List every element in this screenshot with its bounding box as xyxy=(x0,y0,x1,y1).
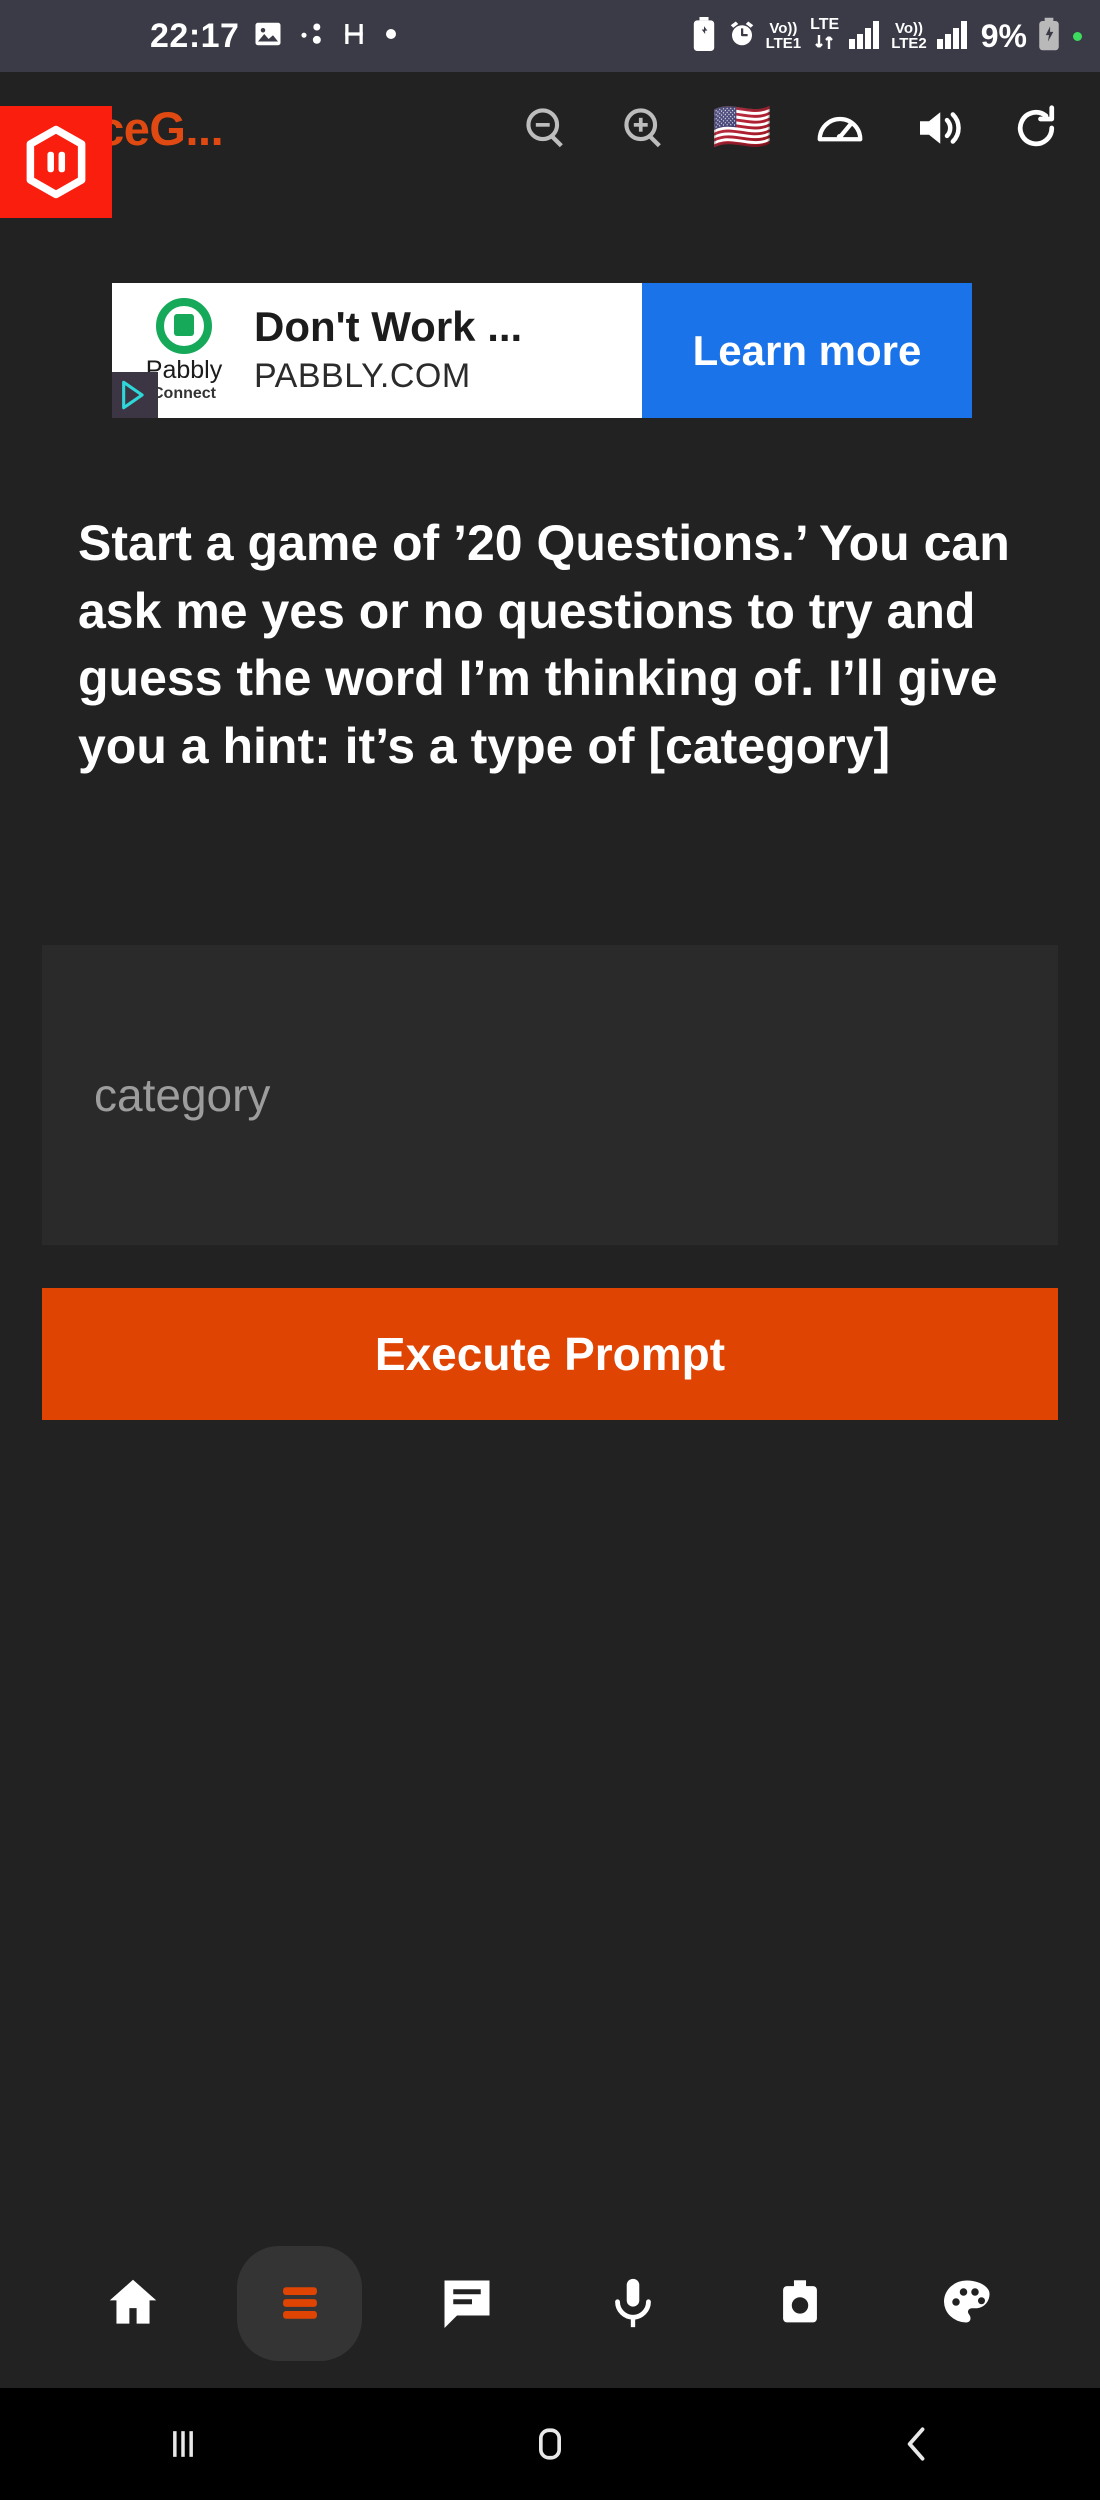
chat-icon xyxy=(444,2280,490,2328)
nav-palette[interactable] xyxy=(904,2246,1029,2361)
prompt-description: Start a game of ’20 Questions.’ You can … xyxy=(78,515,1010,774)
battery-saver-icon xyxy=(690,16,718,56)
image-icon xyxy=(253,19,283,54)
status-time: 22:17 xyxy=(150,16,240,55)
home-square-icon[interactable] xyxy=(490,2404,610,2484)
adchoices-icon[interactable] xyxy=(112,372,158,418)
battery-percent-label: 9% xyxy=(980,17,1027,54)
menu-icon xyxy=(283,2287,317,2319)
data-transfer-icon xyxy=(813,33,837,55)
category-input-placeholder: category xyxy=(94,1069,271,1121)
alarm-clock-icon xyxy=(727,19,757,54)
nav-microphone[interactable] xyxy=(571,2246,696,2361)
sim2-signal-icon xyxy=(936,19,970,54)
language-flag-icon[interactable]: 🇺🇸 xyxy=(712,98,772,158)
flag-glyph: 🇺🇸 xyxy=(712,101,772,154)
zoom-in-icon[interactable] xyxy=(614,98,674,158)
ad-headline: Don't Work ... xyxy=(254,302,523,350)
palette-icon xyxy=(943,2280,990,2323)
battery-charging-icon xyxy=(1036,17,1062,56)
execute-prompt-label: Execute Prompt xyxy=(374,1328,726,1380)
status-bar: 22:17 Vo)) LTE1 LTE Vo)) LTE2 9% xyxy=(0,0,1100,72)
nav-camera[interactable] xyxy=(737,2246,862,2361)
status-bar-left: 22:17 xyxy=(150,17,399,56)
ad-text: Don't Work ... PABBLY.COM xyxy=(254,302,523,396)
zoom-out-icon[interactable] xyxy=(516,98,576,158)
microphone-icon xyxy=(615,2278,652,2328)
share-nodes-icon xyxy=(297,20,325,53)
h-glyph-icon xyxy=(339,19,369,54)
nav-menu[interactable] xyxy=(237,2245,363,2361)
recording-indicator-dot xyxy=(1073,31,1082,41)
android-system-nav xyxy=(0,2388,1100,2500)
recents-icon[interactable] xyxy=(123,2404,243,2484)
nav-home[interactable] xyxy=(71,2246,196,2361)
sim2-volte-indicator: Vo)) LTE2 xyxy=(891,20,927,52)
ad-banner[interactable]: Pabbly Connect Don't Work ... PABBLY.COM… xyxy=(112,283,972,418)
pabbly-mark-icon xyxy=(156,298,212,354)
hexagon-pause-logo xyxy=(26,125,86,199)
camera-icon xyxy=(783,2280,817,2323)
phone-screen: 22:17 Vo)) LTE1 LTE Vo)) LTE2 9% VoiceG.… xyxy=(0,0,1100,2500)
dot-icon xyxy=(383,26,399,47)
ad-content[interactable]: Pabbly Connect Don't Work ... PABBLY.COM xyxy=(112,283,642,418)
sim1-network-type: LTE xyxy=(810,17,839,55)
ad-cta-button[interactable]: Learn more xyxy=(642,283,972,418)
sim1-signal-icon xyxy=(848,19,882,54)
back-chevron-icon[interactable] xyxy=(857,2404,977,2484)
speed-gauge-icon[interactable] xyxy=(810,98,870,158)
bottom-navigation xyxy=(0,2218,1100,2388)
status-bar-right: Vo)) LTE1 LTE Vo)) LTE2 9% xyxy=(690,16,1082,56)
sim1-volte-indicator: Vo)) LTE1 xyxy=(765,20,802,52)
ad-url: PABBLY.COM xyxy=(254,357,471,396)
home-icon xyxy=(110,2279,157,2324)
advertiser-sub: Connect xyxy=(152,385,216,402)
ad-cta-label: Learn more xyxy=(692,326,922,374)
app-toolbar: 🇺🇸 xyxy=(516,98,1100,158)
app-logo-badge[interactable] xyxy=(0,106,112,218)
volume-icon[interactable] xyxy=(908,98,968,158)
refresh-icon[interactable] xyxy=(1006,98,1066,158)
app-bar: VoiceG... 🇺🇸 xyxy=(0,72,1100,184)
nav-chat[interactable] xyxy=(404,2246,529,2361)
execute-prompt-button[interactable]: Execute Prompt xyxy=(42,1288,1058,1420)
category-input[interactable]: category xyxy=(42,945,1058,1245)
